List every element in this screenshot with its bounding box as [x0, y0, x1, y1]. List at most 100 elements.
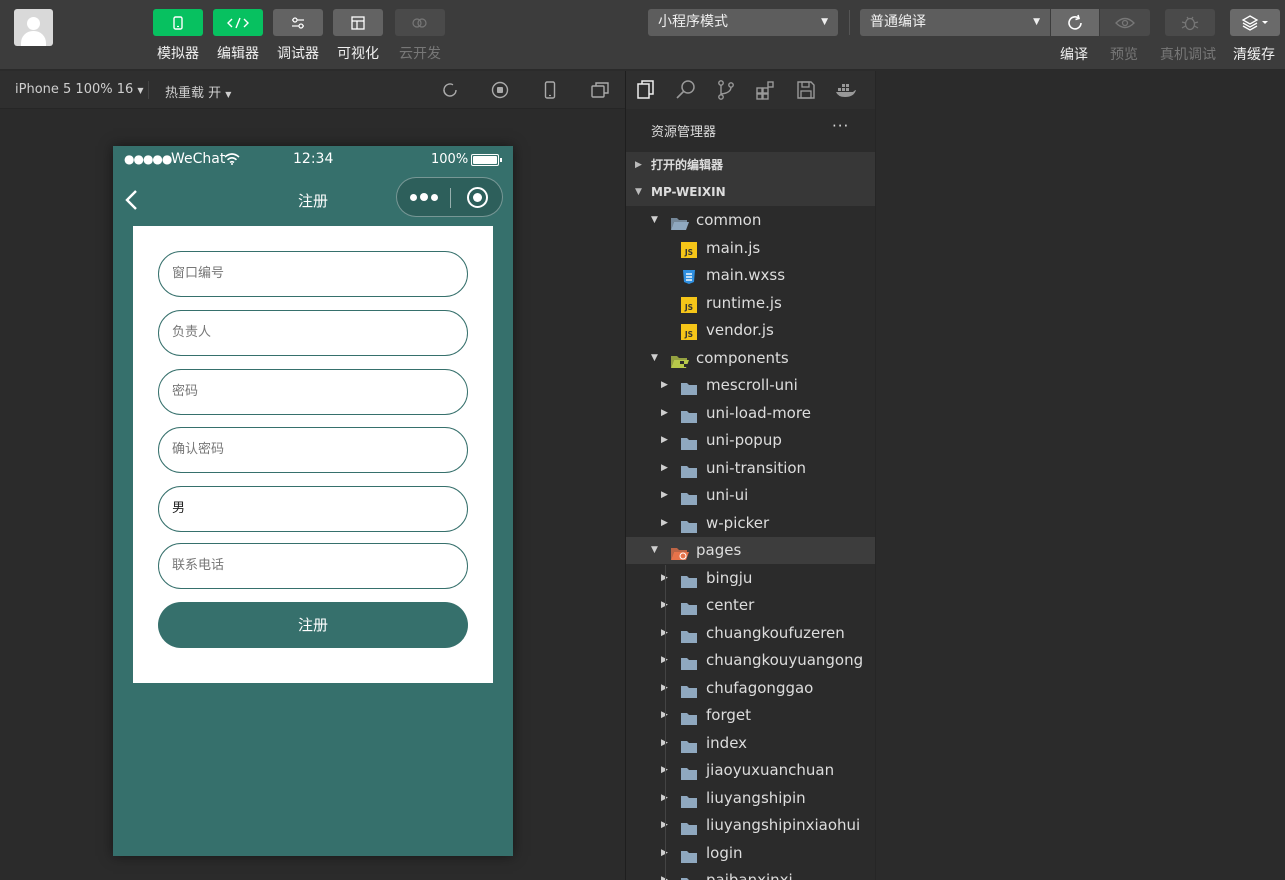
signal-dots-icon: ●●●●●: [124, 152, 172, 166]
svg-text:JS: JS: [684, 248, 693, 257]
chevron-right-icon: ▶: [661, 462, 668, 473]
folder-paibanxinxi[interactable]: ▶paibanxinxi: [626, 867, 875, 880]
folder-chufagonggao[interactable]: ▶chufagonggao: [626, 675, 875, 702]
mode-select[interactable]: 小程序模式 ▼: [648, 9, 838, 36]
register-button[interactable]: 注册: [158, 602, 468, 648]
rotate-icon[interactable]: [440, 80, 460, 100]
toolbar-divider: [849, 10, 850, 35]
layers-icon[interactable]: [1230, 9, 1280, 36]
mini-program-capsule: [396, 177, 503, 217]
close-circle-icon[interactable]: [467, 187, 488, 208]
simulator-tool[interactable]: 模拟器: [153, 9, 203, 63]
folder-liuyangshipinxiaohui[interactable]: ▶liuyangshipinxiaohui: [626, 812, 875, 839]
phone-icon[interactable]: [153, 9, 203, 36]
eye-icon[interactable]: [1100, 9, 1150, 36]
docker-icon[interactable]: [835, 79, 857, 101]
file-vendor-js[interactable]: JS vendor.js: [626, 317, 875, 344]
phone-number-input[interactable]: 联系电话: [158, 543, 468, 589]
caret-down-icon: ▼: [225, 90, 232, 99]
folder-login[interactable]: ▶login: [626, 840, 875, 867]
folder-icon: [680, 873, 698, 880]
folder-bingju[interactable]: ▶bingju: [626, 565, 875, 592]
folder-uni-load-more[interactable]: ▶ uni-load-more: [626, 400, 875, 427]
search-icon[interactable]: [675, 79, 697, 101]
folder-bingju-label: bingju: [706, 568, 753, 587]
cloud-icon[interactable]: [395, 9, 445, 36]
folder-index[interactable]: ▶index: [626, 730, 875, 757]
project-section[interactable]: ▼ MP-WEIXIN: [626, 179, 875, 206]
editor-tool[interactable]: 编辑器: [213, 9, 263, 63]
more-dots-icon[interactable]: [407, 185, 441, 209]
folder-uni-ui[interactable]: ▶ uni-ui: [626, 482, 875, 509]
preview-label: 预览: [1110, 47, 1138, 63]
phone-nav-bar: 注册: [113, 174, 513, 226]
folder-mescroll-uni[interactable]: ▶ mescroll-uni: [626, 372, 875, 399]
folder-forget[interactable]: ▶forget: [626, 702, 875, 729]
compile-select[interactable]: 普通编译 ▼: [860, 9, 1050, 36]
chevron-down-icon: ▼: [651, 545, 658, 555]
folder-liuyangshipin[interactable]: ▶liuyangshipin: [626, 785, 875, 812]
file-main-js[interactable]: JS main.js: [626, 235, 875, 262]
file-main-wxss[interactable]: main.wxss: [626, 262, 875, 289]
folder-login-label: login: [706, 843, 743, 862]
manager-input[interactable]: 负责人: [158, 310, 468, 356]
hot-reload-toggle[interactable]: 热重载 开 ▼: [165, 82, 231, 101]
folder-icon: [680, 571, 698, 588]
chevron-right-icon: ▶: [661, 407, 668, 418]
folder-jiaoyuxuanchuan[interactable]: ▶jiaoyuxuanchuan: [626, 757, 875, 784]
folder-w-picker[interactable]: ▶ w-picker: [626, 510, 875, 537]
capsule-divider: [450, 188, 451, 208]
folder-icon: [680, 598, 698, 615]
hot-reload-value: 热重载 开: [165, 86, 222, 101]
folder-icon: [680, 378, 698, 395]
code-icon[interactable]: [213, 9, 263, 36]
cloud-dev-tool[interactable]: 云开发: [395, 9, 445, 63]
source-control-icon[interactable]: [715, 79, 737, 101]
folder-pages[interactable]: ▼ pages: [626, 537, 875, 564]
pages-folder-icon: [670, 543, 689, 560]
folder-mescroll-uni-label: mescroll-uni: [706, 376, 798, 394]
folder-center[interactable]: ▶center: [626, 592, 875, 619]
device-icon[interactable]: [540, 80, 560, 100]
file-runtime-js-label: runtime.js: [706, 293, 782, 312]
folder-jiaoyuxuanchuan-label: jiaoyuxuanchuan: [706, 761, 835, 779]
open-editors-section[interactable]: ▶ 打开的编辑器: [626, 152, 875, 179]
js-file-icon: JS: [681, 240, 699, 258]
file-runtime-js[interactable]: JS runtime.js: [626, 290, 875, 317]
detach-window-icon[interactable]: [590, 80, 610, 100]
window-number-input[interactable]: 窗口编号: [158, 251, 468, 297]
folder-icon: [680, 818, 698, 835]
user-avatar[interactable]: [14, 9, 53, 46]
files-icon[interactable]: [635, 79, 657, 101]
layout-icon[interactable]: [333, 9, 383, 36]
folder-chuangkouyuangong-label: chuangkouyuangong: [706, 651, 864, 669]
folder-pages-label: pages: [696, 541, 742, 559]
phone-status-bar: ●●●●● WeChat 12:34 100%: [113, 146, 513, 174]
save-icon[interactable]: [795, 79, 817, 101]
folder-common[interactable]: ▼ common: [626, 207, 875, 234]
folder-chuangkoufuzeren[interactable]: ▶chuangkoufuzeren: [626, 620, 875, 647]
file-main-wxss-label: main.wxss: [706, 266, 786, 284]
refresh-icon[interactable]: [1051, 9, 1099, 36]
folder-components[interactable]: ▼ components: [626, 345, 875, 372]
confirm-password-input[interactable]: 确认密码: [158, 427, 468, 473]
folder-chuangkouyuangong[interactable]: ▶chuangkouyuangong: [626, 647, 875, 674]
bug-icon[interactable]: [1165, 9, 1215, 36]
folder-uni-popup[interactable]: ▶ uni-popup: [626, 427, 875, 454]
file-main-js-label: main.js: [706, 238, 761, 257]
status-time: 12:34: [293, 151, 334, 167]
folder-uni-transition[interactable]: ▶ uni-transition: [626, 455, 875, 482]
gender-picker[interactable]: 男: [158, 486, 468, 532]
password-input[interactable]: 密码: [158, 369, 468, 415]
debug-sliders-icon[interactable]: [273, 9, 323, 36]
extensions-icon[interactable]: [755, 79, 777, 101]
folder-common-label: common: [696, 211, 762, 229]
device-select[interactable]: iPhone 5 100% 16 ▼: [15, 82, 144, 97]
folder-open-icon: [670, 213, 689, 230]
more-options-icon[interactable]: ···: [832, 117, 849, 135]
visual-tool[interactable]: 可视化: [333, 9, 383, 63]
register-form: 窗口编号 负责人 密码 确认密码 男 联系电话 注册: [133, 226, 493, 683]
stop-record-icon[interactable]: [490, 80, 510, 100]
folder-chufagonggao-label: chufagonggao: [706, 678, 814, 697]
debugger-tool[interactable]: 调试器: [273, 9, 323, 63]
